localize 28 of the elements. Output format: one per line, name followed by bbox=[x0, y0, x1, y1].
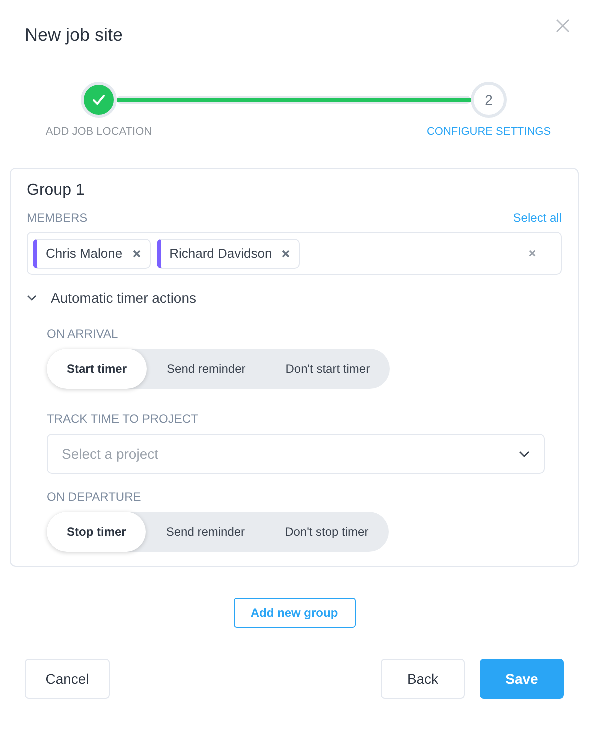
dialog-title: New job site bbox=[25, 24, 124, 46]
member-chip[interactable]: Richard Davidson bbox=[156, 238, 300, 268]
members-field[interactable]: Chris Malone Richard Davidson bbox=[27, 232, 562, 275]
chevron-icon bbox=[27, 295, 37, 301]
group-title: Group 1 bbox=[27, 181, 86, 201]
segment-option[interactable]: Start timer bbox=[47, 349, 148, 389]
segment-option[interactable]: Send reminder bbox=[146, 512, 266, 552]
segment-option[interactable]: Don't stop timer bbox=[265, 512, 389, 552]
step-number: 2 bbox=[485, 90, 493, 110]
remove-icon[interactable] bbox=[132, 250, 141, 258]
segment-option[interactable]: Don't start timer bbox=[266, 349, 390, 389]
step-label: CONFIGURE SETTINGS bbox=[426, 125, 552, 140]
close-icon bbox=[556, 19, 570, 33]
timer-actions-toggle[interactable]: Automatic timer actions bbox=[27, 289, 196, 307]
section-label: TRACK TIME TO PROJECT bbox=[47, 412, 200, 426]
dropdown-icon bbox=[519, 450, 530, 458]
member-chip[interactable]: Chris Malone bbox=[33, 238, 151, 268]
section-label: ON ARRIVAL bbox=[47, 327, 120, 341]
members-label: MEMBERS bbox=[27, 211, 88, 225]
clear-icon[interactable] bbox=[529, 250, 536, 257]
cancel-button[interactable]: Cancel bbox=[25, 659, 110, 699]
remove-icon[interactable] bbox=[282, 250, 290, 258]
check-icon bbox=[92, 94, 106, 106]
step-label: ADD JOB LOCATION bbox=[46, 125, 152, 140]
segment-option[interactable]: Send reminder bbox=[147, 349, 266, 389]
section-label: ON DEPARTURE bbox=[47, 490, 142, 504]
back-button[interactable]: Back bbox=[381, 659, 465, 699]
segment-option[interactable]: Stop timer bbox=[47, 512, 146, 552]
